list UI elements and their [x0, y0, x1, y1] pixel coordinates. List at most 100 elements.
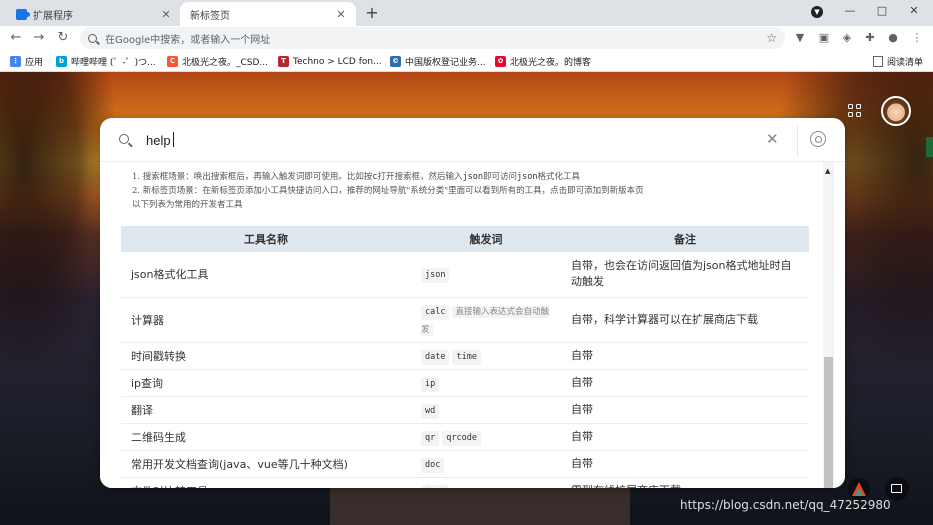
back-button[interactable]: ←	[8, 30, 24, 46]
extension-icon[interactable]: ▣	[817, 31, 831, 45]
reload-button[interactable]: ↻	[55, 30, 71, 46]
tab-title: 扩展程序	[33, 10, 73, 22]
puzzle-icon[interactable]: ✚	[863, 31, 877, 45]
tool-note: 自带，科学计算器可以在扩展商店下载	[561, 297, 809, 343]
bookmark-csdn[interactable]: C 北极光之夜。_CSD...	[167, 55, 268, 68]
table-row[interactable]: 文件对比转工具 text 需到在线扩展商店下载	[121, 477, 809, 488]
tool-note: 自带	[561, 369, 809, 397]
text-caret	[173, 132, 174, 147]
table-header: 工具名称 触发词 备注	[121, 226, 809, 252]
column-header: 工具名称	[121, 226, 411, 252]
bookmarks-bar: ⋮ 应用 b 哔哩哔哩 (゜-゜)つ... C 北极光之夜。_CSD... T …	[0, 50, 933, 72]
bookmark-label: 中国版权登记业务...	[405, 58, 486, 68]
trigger-cell: qr qrcode	[411, 423, 561, 451]
techno-icon: T	[278, 56, 289, 67]
search-panel: ✕ 1. 搜索框场景：唤出搜索框后，再输入触发词即可使用。比如按c打开搜索框，然…	[100, 118, 845, 488]
tab-close-icon[interactable]: ✕	[159, 8, 173, 21]
tool-note: 自带	[561, 423, 809, 451]
clear-icon[interactable]: ✕	[766, 130, 779, 148]
csdn-icon: C	[167, 56, 178, 67]
bookmark-label: 北极光之夜。的博客	[510, 58, 592, 68]
help-text: 1. 搜索框场景：唤出搜索框后，再输入触发词即可使用。比如按c打开搜索框，然后输…	[132, 170, 772, 212]
tool-note: 自带	[561, 342, 809, 370]
tool-note: 自带，也会在访问返回值为json格式地址时自动触发	[561, 252, 809, 298]
tool-name: 翻译	[121, 396, 411, 424]
copyright-icon: ©	[390, 56, 401, 67]
trigger-word: json	[421, 268, 450, 284]
trigger-word: qr	[421, 430, 440, 446]
table-row[interactable]: 常用开发文档查询(java、vue等几十种文档) doc 自带	[121, 450, 809, 478]
scroll-up-arrow-icon[interactable]: ▲	[825, 167, 830, 175]
table-row[interactable]: ip查询 ip 自带	[121, 369, 809, 397]
forward-button[interactable]: →	[31, 30, 47, 46]
trigger-cell: wd	[411, 396, 561, 424]
tab-title: 新标签页	[190, 10, 230, 22]
tab-strip: 扩展程序 ✕ 新标签页 ✕ + ▼ — □ ✕	[0, 0, 933, 26]
address-bar[interactable]: 在Google中搜索，或者输入一个网址 ☆	[80, 27, 785, 49]
address-placeholder: 在Google中搜索，或者输入一个网址	[105, 34, 271, 46]
trigger-word: calc	[421, 304, 450, 320]
bookmark-techno[interactable]: T Techno > LCD fon...	[278, 55, 382, 68]
help-line-3: 以下列表为常用的开发者工具	[132, 200, 243, 210]
bookmark-apps[interactable]: ⋮ 应用	[10, 55, 43, 68]
tab-extensions[interactable]: 扩展程序 ✕	[6, 2, 181, 26]
scrollbar-thumb[interactable]	[824, 357, 833, 488]
trigger-word: qrcode	[442, 430, 481, 446]
shield-icon[interactable]: ◈	[840, 31, 854, 45]
reading-list-icon	[872, 56, 883, 67]
maximize-button[interactable]: □	[874, 4, 890, 17]
avatar[interactable]	[881, 96, 911, 126]
tool-name: 二维码生成	[121, 423, 411, 451]
bookmark-blog[interactable]: ✿ 北极光之夜。的博客	[495, 55, 591, 68]
apps-grid-icon[interactable]	[848, 104, 862, 118]
tool-note: 自带	[561, 396, 809, 424]
menu-icon[interactable]: ⋮	[910, 31, 924, 45]
tool-name: ip查询	[121, 369, 411, 397]
search-icon	[88, 33, 97, 43]
tool-name: 计算器	[121, 297, 411, 343]
tool-note: 自带	[561, 450, 809, 478]
new-tab-button[interactable]: +	[362, 3, 382, 22]
trigger-word: doc	[421, 457, 445, 473]
tool-name: 文件对比转工具	[121, 477, 411, 488]
puzzle-icon	[16, 8, 30, 20]
table-row[interactable]: 二维码生成 qr qrcode 自带	[121, 423, 809, 451]
table-row[interactable]: 时间戳转换 date time 自带	[121, 342, 809, 370]
minimize-button[interactable]: —	[842, 4, 858, 17]
account-icon[interactable]: ●	[886, 31, 900, 45]
color-picker-icon[interactable]	[848, 478, 870, 500]
background-pier	[330, 482, 630, 525]
search-results: 1. 搜索框场景：唤出搜索框后，再输入触发词即可使用。比如按c打开搜索框，然后输…	[100, 162, 845, 488]
reading-list-label: 阅读清单	[886, 58, 923, 68]
close-window-button[interactable]: ✕	[906, 4, 922, 17]
search-icon	[119, 134, 129, 144]
trigger-cell: doc	[411, 450, 561, 478]
huawei-icon: ✿	[495, 56, 506, 67]
table-row[interactable]: 计算器 calc 直接输入表达式会自动触发 自带，科学计算器可以在扩展商店下载	[121, 297, 809, 343]
side-widget[interactable]	[926, 137, 933, 157]
trigger-word: date	[421, 349, 450, 365]
bookmark-star-icon[interactable]: ☆	[766, 31, 777, 45]
tab-close-icon[interactable]: ✕	[334, 8, 348, 21]
vue-extension-icon[interactable]: ▼	[793, 31, 807, 45]
trigger-word: wd	[421, 403, 440, 419]
tool-note: 需到在线扩展商店下载	[561, 477, 809, 488]
table-row[interactable]: json格式化工具 json 自带，也会在访问返回值为json格式地址时自动触发	[121, 252, 809, 298]
reading-list-button[interactable]: 阅读清单	[872, 55, 923, 68]
table-row[interactable]: 翻译 wd 自带	[121, 396, 809, 424]
tab-new-tab[interactable]: 新标签页 ✕	[180, 2, 356, 26]
trigger-cell: calc 直接输入表达式会自动触发	[411, 297, 561, 343]
profile-menu-icon[interactable]: ▼	[811, 6, 823, 18]
tool-name: 常用开发文档查询(java、vue等几十种文档)	[121, 450, 411, 478]
browser-toolbar: ← → ↻ 在Google中搜索，或者输入一个网址 ☆ ▼ ▣ ◈ ✚ ● ⋮	[0, 26, 933, 50]
divider	[797, 126, 798, 156]
search-bar: ✕	[100, 118, 845, 162]
settings-icon[interactable]	[810, 131, 826, 147]
trigger-cell: date time	[411, 342, 561, 370]
bookmark-copyright[interactable]: © 中国版权登记业务...	[390, 55, 486, 68]
column-header: 备注	[561, 226, 809, 252]
bookmark-label: 北极光之夜。_CSD...	[182, 58, 269, 68]
search-input[interactable]	[146, 128, 746, 152]
tools-table: 工具名称 触发词 备注 json格式化工具 json 自带，也会在访问返回值为j…	[121, 226, 809, 488]
bookmark-bilibili[interactable]: b 哔哩哔哩 (゜-゜)つ...	[56, 55, 156, 68]
